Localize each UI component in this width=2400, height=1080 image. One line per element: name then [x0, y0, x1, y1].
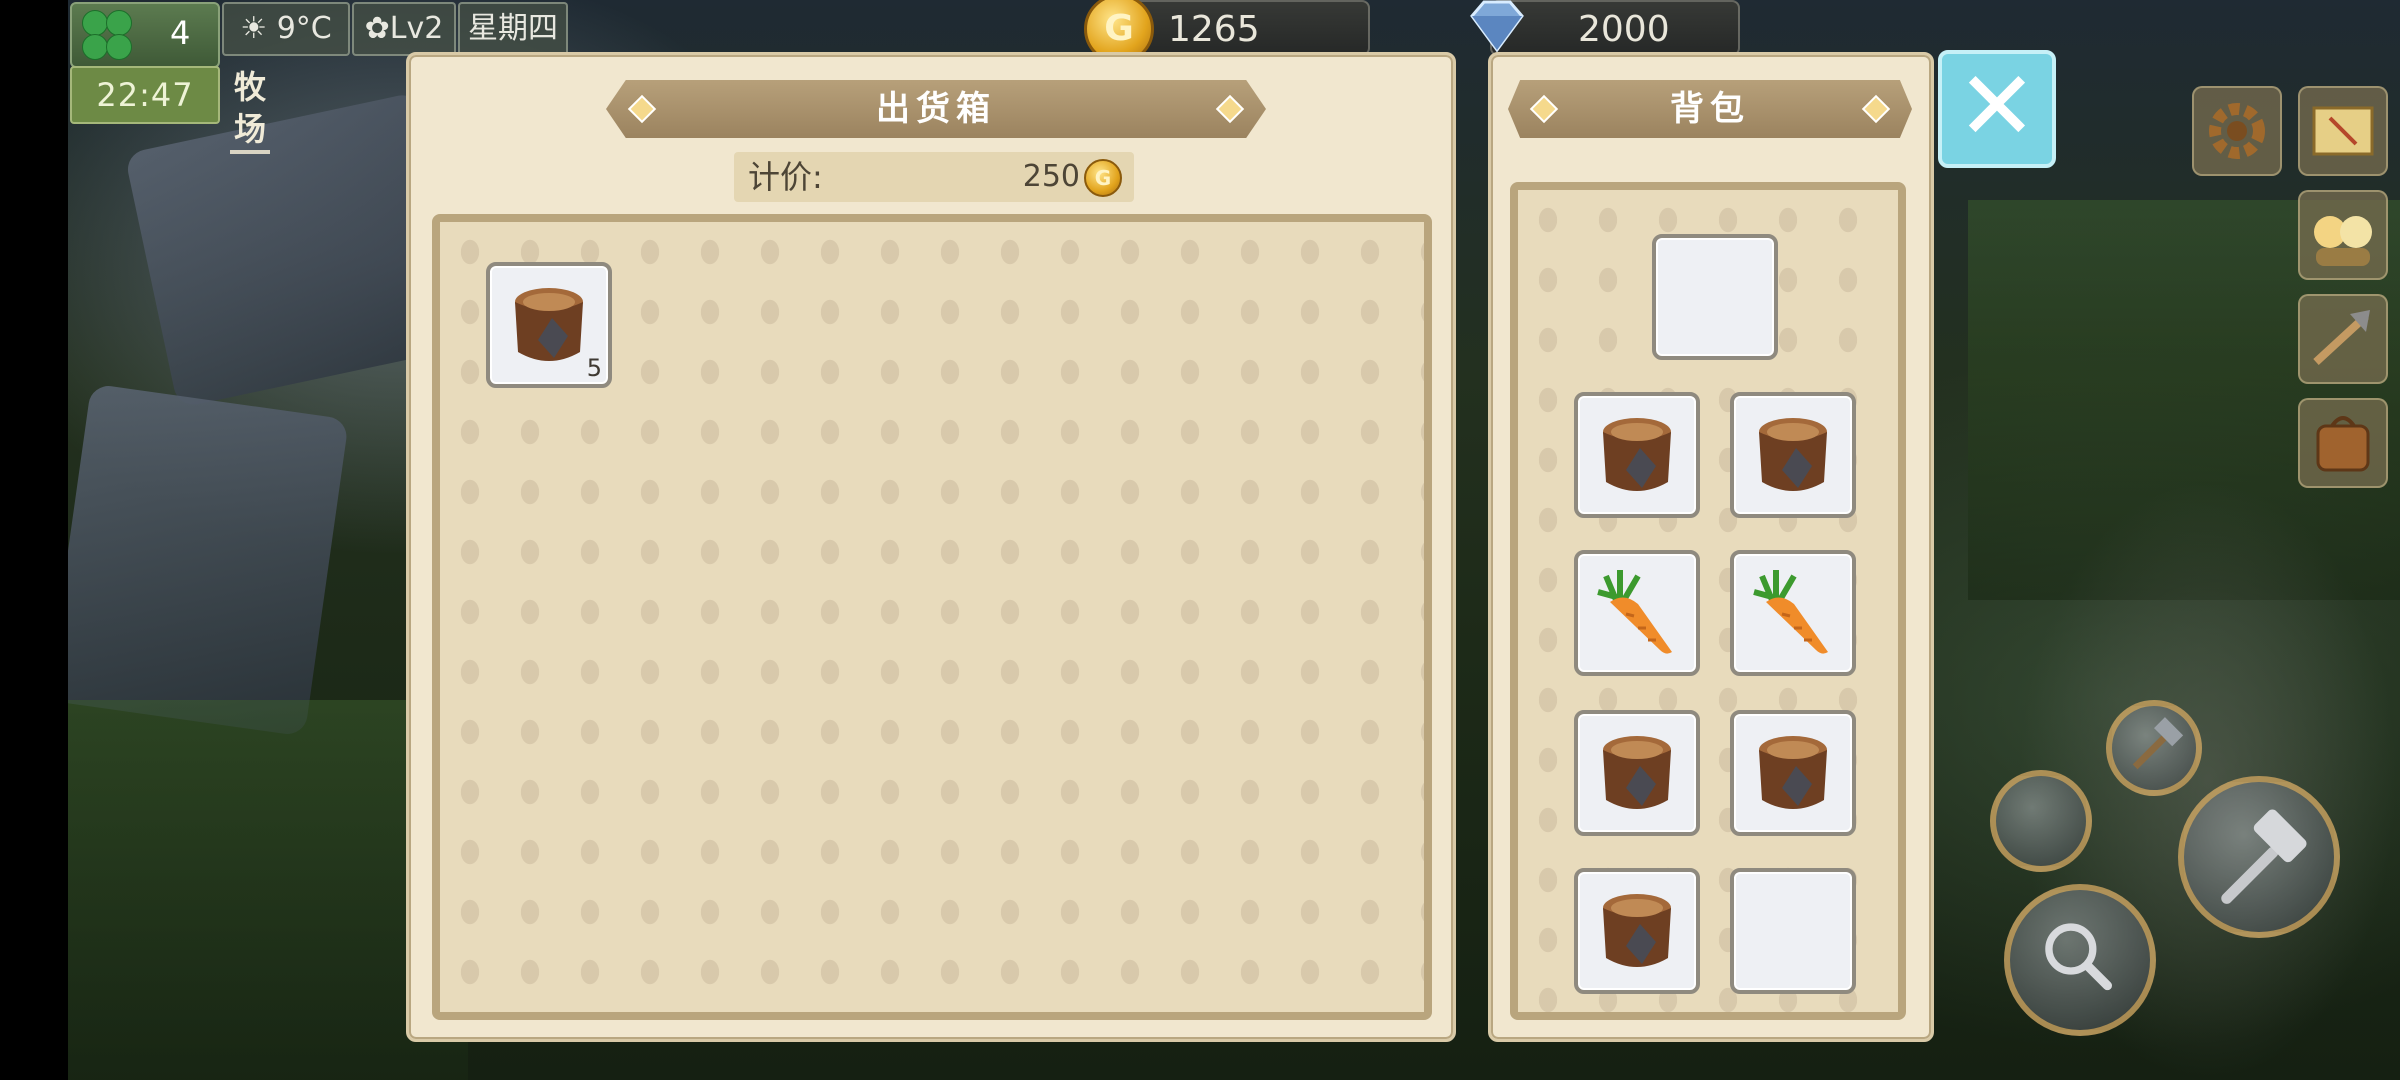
tree-stump-icon — [1759, 418, 1827, 491]
inspect-button[interactable] — [2004, 884, 2156, 1036]
tree-stump-icon — [1759, 736, 1827, 809]
backpack-slot-1[interactable] — [1652, 234, 1778, 360]
gem-icon — [1470, 0, 1524, 53]
tree-stump-icon — [1603, 418, 1671, 491]
gem-amount: 2000 — [1578, 9, 1670, 50]
slot-quantity: 5 — [586, 354, 602, 382]
clover-count: 4 — [170, 14, 191, 52]
gear-icon[interactable] — [2192, 86, 2282, 176]
ribbon-ornament — [627, 94, 657, 124]
tool-icon[interactable] — [2298, 294, 2388, 384]
ribbon-ornament — [1861, 94, 1891, 124]
secondary-action-button[interactable] — [1990, 770, 2092, 872]
backpack-slot-6[interactable] — [1574, 710, 1700, 836]
hammer-small-icon — [2132, 717, 2184, 770]
clover-icon — [80, 8, 132, 60]
backpack-slot-3[interactable] — [1730, 392, 1856, 518]
backpack-slot-7[interactable] — [1730, 710, 1856, 836]
shipping-slot-1[interactable]: 5 — [486, 262, 612, 388]
backpack-slot-5[interactable] — [1730, 550, 1856, 676]
price-value: 250 — [1022, 159, 1080, 194]
use-tool-button[interactable] — [2178, 776, 2340, 938]
tree-stump-icon — [1603, 894, 1671, 967]
map-icon[interactable] — [2298, 86, 2388, 176]
weekday-indicator: 星期四 — [458, 2, 568, 56]
ribbon-ornament — [1215, 94, 1245, 124]
game-clock: 22:47 — [70, 66, 220, 124]
backpack-slot-4[interactable] — [1574, 550, 1700, 676]
magnifier-icon — [2045, 923, 2112, 991]
weather-indicator: ☀ 9°C — [222, 2, 350, 56]
backpack-slot-2[interactable] — [1574, 392, 1700, 518]
tool-switch-button[interactable] — [2106, 700, 2202, 796]
level-text: Lv2 — [389, 11, 444, 46]
bag-icon[interactable] — [2298, 398, 2388, 488]
close-icon: ✕ — [1956, 50, 2038, 162]
gold-amount: 1265 — [1168, 9, 1260, 50]
rock-wall — [68, 383, 350, 737]
tree-stump-icon — [515, 288, 583, 361]
price-label: 计价: — [748, 158, 823, 196]
backpack-slot-8[interactable] — [1574, 868, 1700, 994]
backpack-title-text: 背包 — [1670, 89, 1750, 129]
carrot-icon — [1753, 570, 1828, 654]
location-name: 牧场 — [230, 66, 271, 154]
coin-icon: G — [1084, 159, 1122, 197]
close-button[interactable]: ✕ — [1938, 50, 2056, 168]
friends-icon[interactable] — [2298, 190, 2388, 280]
carrot-icon — [1597, 570, 1672, 654]
tree-stump-icon — [1603, 736, 1671, 809]
sprout-icon: ✿ — [364, 11, 390, 46]
gem-display: 2000 — [1470, 0, 1740, 56]
backpack-slot-9[interactable] — [1730, 868, 1856, 994]
shipping-box-grid[interactable]: 5 — [432, 214, 1432, 1020]
ribbon-ornament — [1529, 94, 1559, 124]
backpack-title: 背包 — [1508, 80, 1912, 138]
price-bar: 计价: 250 G — [734, 152, 1134, 202]
shipping-box-title: 出货箱 — [606, 80, 1266, 138]
sun-icon: ☀ — [240, 11, 268, 46]
backpack-grid[interactable] — [1510, 182, 1906, 1020]
shipping-box-title-text: 出货箱 — [876, 89, 996, 129]
hammer-icon — [2221, 809, 2307, 904]
gold-display: G 1265 — [1084, 0, 1370, 64]
clover-counter[interactable]: 4 — [70, 2, 220, 68]
level-indicator: ✿Lv2 — [352, 2, 456, 56]
temperature: 9°C — [276, 11, 332, 46]
